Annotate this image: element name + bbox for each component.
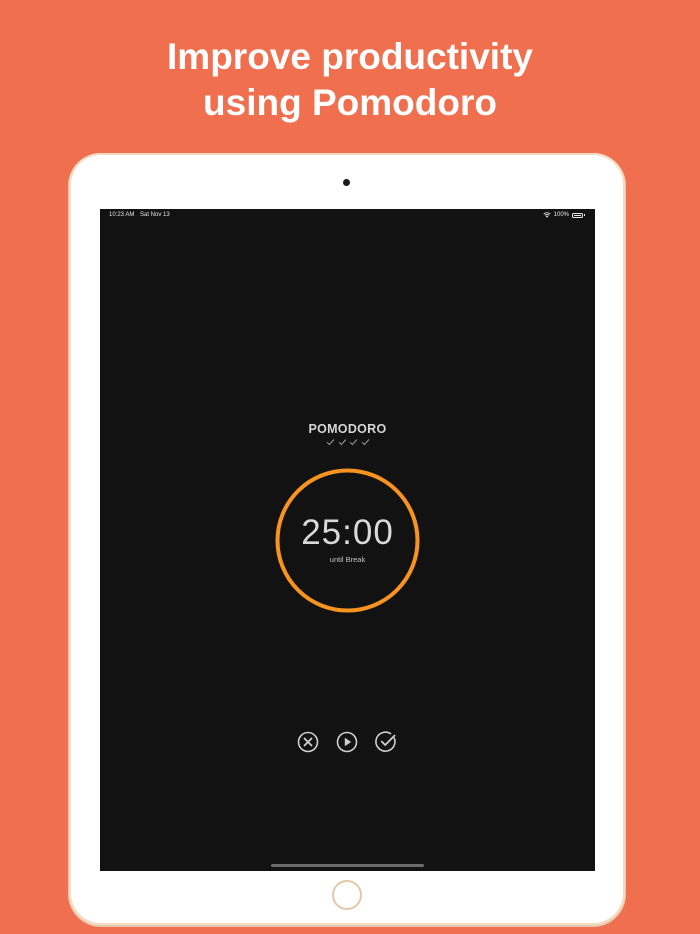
battery-percent: 100% [553,212,569,218]
check-circle-icon[interactable] [375,731,397,753]
status-time: 10:23 AM [109,212,135,218]
checkmark-icon [349,439,358,446]
home-button[interactable] [332,880,362,910]
checkmark-icon [361,439,370,446]
status-date: Sat Nov 13 [140,212,170,218]
battery-icon [572,212,583,218]
headline-line-2: using Pomodoro [203,82,497,123]
status-bar: 10:23 AM Sat Nov 13 100% [100,209,595,223]
app-title: POMODORO [308,422,387,436]
wifi-icon [542,212,551,218]
checkmark-icon [326,439,335,446]
timer-caption: until Break [329,555,366,564]
session-checkmarks [326,438,370,446]
close-circle-icon[interactable] [297,731,319,753]
checkmark-icon [338,439,347,446]
headline-line-1: Improve productivity [167,36,533,77]
ipad-device-frame: 10:23 AM Sat Nov 13 100% POMODORO 25:00 … [69,153,625,925]
status-indicators: 100% [542,212,585,218]
timer-value: 25:00 [301,513,394,552]
battery-tip [584,214,585,216]
timer-controls [297,731,399,753]
front-camera [343,179,350,186]
device-screen: 10:23 AM Sat Nov 13 100% POMODORO 25:00 … [100,209,595,871]
headline: Improve productivity using Pomodoro [0,34,700,126]
home-indicator[interactable] [271,864,424,867]
play-circle-icon[interactable] [336,731,358,753]
